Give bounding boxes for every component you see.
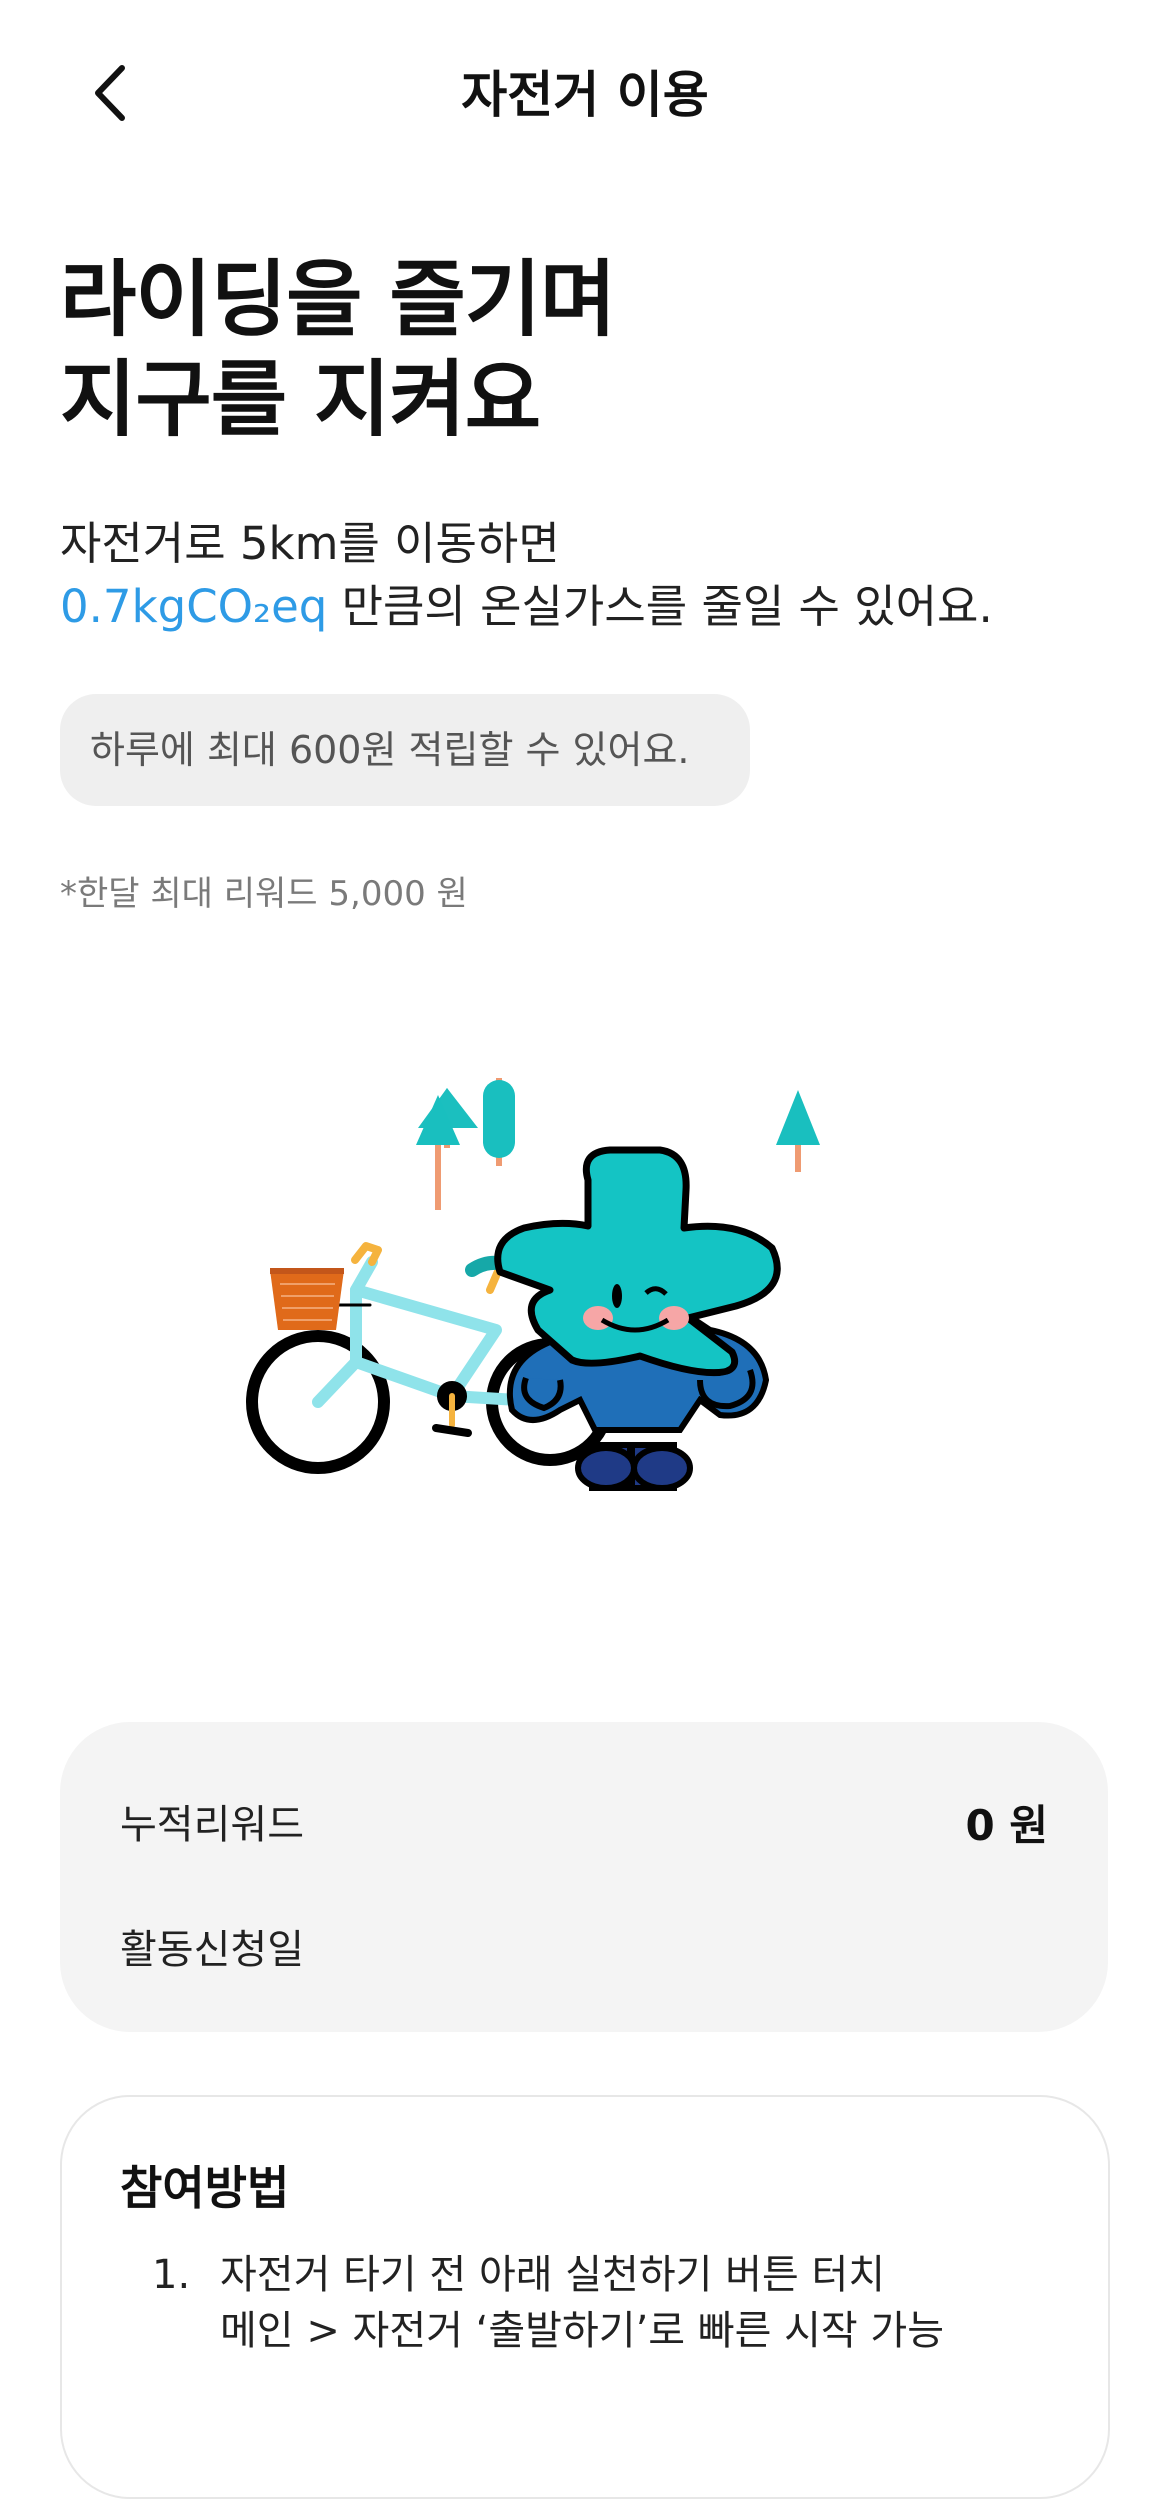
step-line-1: 자전거 타기 전 아래 실천하기 버튼 터치 xyxy=(220,2252,886,2298)
reward-card: 누적리워드 0 원 활동신청일 xyxy=(60,1722,1108,2032)
description-line-2: 0.7kgCO₂eq 만큼의 온실가스를 줄일 수 있어요. xyxy=(60,575,993,638)
headline-line-2: 지구를 지켜요 xyxy=(60,351,541,448)
header: 자전거 이용 xyxy=(0,0,1170,190)
headline-line-1: 라이딩을 즐기며 xyxy=(60,251,616,348)
bike-mascot-illustration xyxy=(246,1078,820,1491)
accumulated-reward-value: 0 원 xyxy=(965,1801,1049,1850)
co2-highlight: 0.7kgCO₂eq xyxy=(60,580,328,633)
step-line-2: 메인 > 자전거 ‘출발하기’로 빠른 시작 가능 xyxy=(220,2308,945,2354)
method-title: 참여방법 xyxy=(120,2161,290,2215)
step-number: 1. xyxy=(152,2252,191,2298)
headline: 라이딩을 즐기며 지구를 지켜요 xyxy=(60,250,616,450)
monthly-limit-footnote: *한달 최대 리워드 5,000 원 xyxy=(60,874,468,914)
accumulated-reward-label: 누적리워드 xyxy=(120,1802,304,1848)
daily-limit-pill: 하루에 최대 600원 적립할 수 있어요. xyxy=(60,694,750,806)
page-title: 자전거 이용 xyxy=(461,66,709,124)
description-line-2-rest: 만큼의 온실가스를 줄일 수 있어요. xyxy=(327,580,993,633)
description-line-1: 자전거로 5km를 이동하면 xyxy=(60,517,560,570)
daily-limit-text: 하루에 최대 600원 적립할 수 있어요. xyxy=(90,728,690,772)
mascot xyxy=(494,1146,781,1491)
basket xyxy=(270,1268,344,1330)
applied-date-label: 활동신청일 xyxy=(120,1927,304,1973)
description: 자전거로 5km를 이동하면 0.7kgCO₂eq 만큼의 온실가스를 줄일 수… xyxy=(60,512,993,638)
participation-method-card: 참여방법 1. 자전거 타기 전 아래 실천하기 버튼 터치 메인 > 자전거 … xyxy=(60,2095,1110,2499)
